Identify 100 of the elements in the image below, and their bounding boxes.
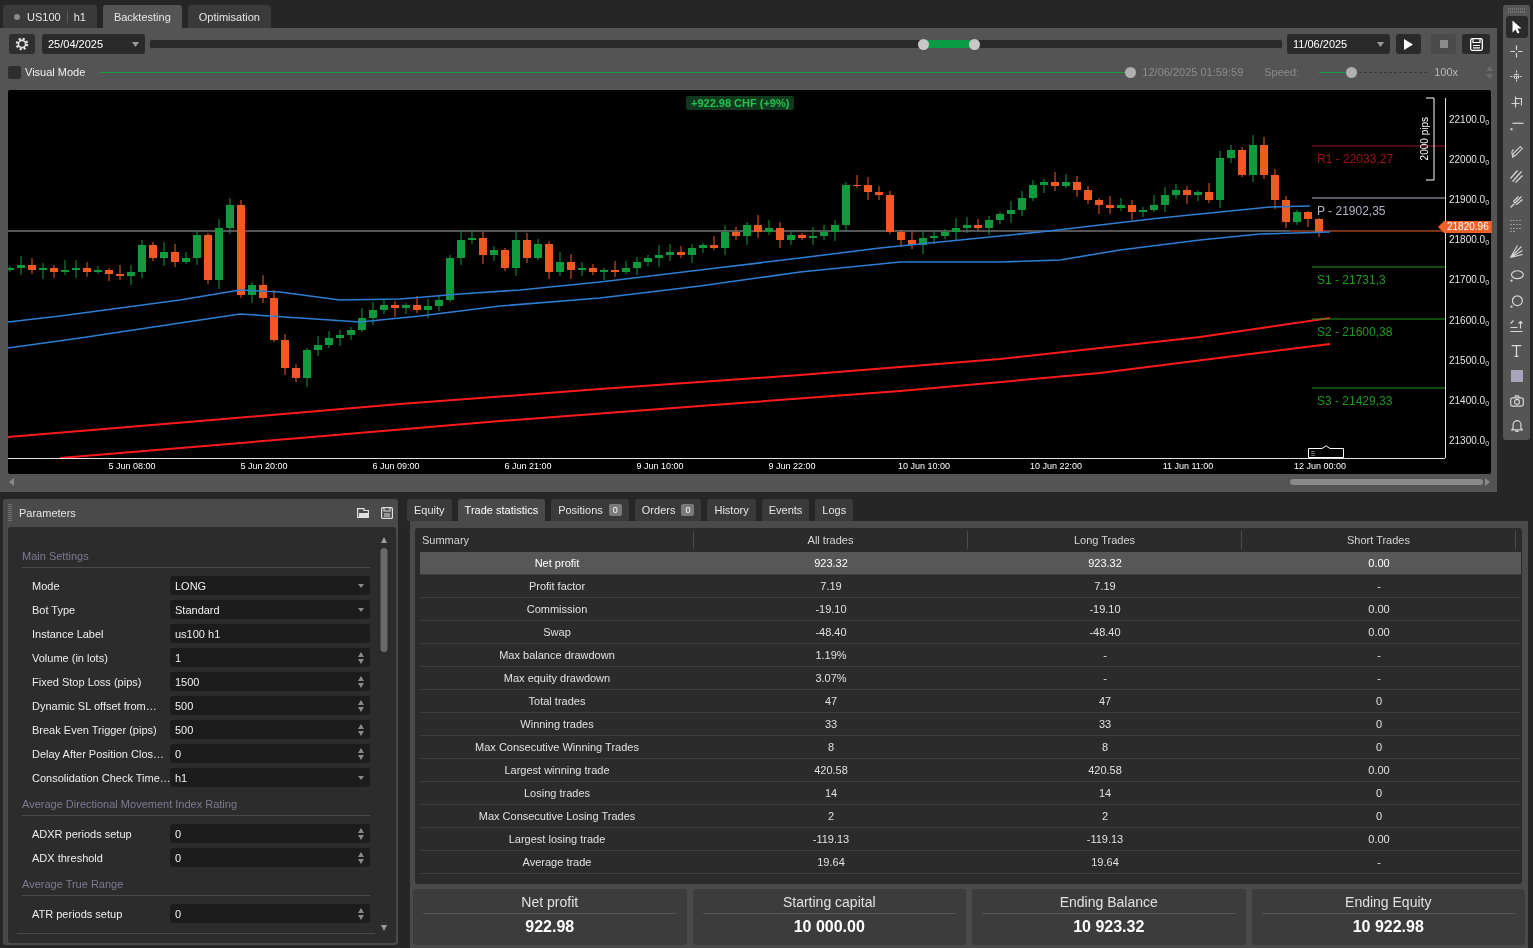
spinner-arrows-icon[interactable] — [358, 723, 364, 736]
tab[interactable]: Backtesting — [102, 5, 182, 28]
table-cell-text: Winning trades — [519, 718, 595, 730]
number-field[interactable]: 0 — [170, 744, 370, 763]
ellipse-icon — [1509, 270, 1524, 283]
level-lines-icon — [1510, 320, 1523, 333]
table-row[interactable]: Largest losing trade -119.13 -119.13 0.00 — [420, 828, 1521, 851]
crosshair-icon — [1510, 70, 1523, 84]
visual-mode-checkbox[interactable] — [8, 65, 21, 79]
spinner-arrows-icon[interactable] — [358, 827, 364, 840]
cursor-tool[interactable] — [1505, 16, 1528, 38]
folder-icon[interactable] — [357, 508, 369, 518]
table-cell-text: 0 — [1374, 787, 1384, 799]
circle-icon — [1510, 294, 1523, 308]
table-row[interactable]: Average trade 19.64 19.64 - — [420, 851, 1521, 874]
caret-icon — [358, 583, 364, 588]
spinner-arrows-icon[interactable] — [358, 907, 364, 920]
number-field[interactable]: 1 — [170, 648, 370, 667]
price-axis-label: 22100.0$_{0}$ — [1449, 114, 1490, 126]
horizontal-scrollbar[interactable] — [8, 476, 1491, 488]
table-row[interactable]: Losing trades 14 14 0 — [420, 782, 1521, 805]
number-field[interactable]: 0 — [170, 824, 370, 843]
table-row[interactable]: Max Consecutive Losing Trades 2 2 0 — [420, 805, 1521, 828]
grip-icon[interactable] — [8, 504, 12, 522]
count-badge: 0 — [681, 504, 695, 516]
tab[interactable]: Equity — [407, 499, 452, 521]
date-dropdown[interactable]: 11/06/2025 — [1287, 34, 1390, 54]
number-field[interactable]: 0 — [170, 904, 370, 923]
save-icon[interactable] — [381, 507, 393, 519]
table-cell-text: 923.32 — [813, 557, 849, 569]
dropdown-field[interactable]: h1 — [170, 768, 370, 787]
table-cell-text: 7.19 — [819, 580, 843, 592]
progress-thumb[interactable] — [1125, 66, 1137, 78]
table-cell-text: 47 — [1097, 695, 1113, 707]
field-label: Instance Label — [32, 627, 105, 640]
number-field[interactable]: 500 — [170, 720, 370, 739]
grip-icon[interactable] — [1507, 8, 1526, 13]
number-field[interactable]: 1500 — [170, 672, 370, 691]
table-row[interactable]: Max Consecutive Winning Trades 8 8 0 — [420, 736, 1521, 759]
table-row[interactable]: Largest winning trade 420.58 420.58 0.00 — [420, 759, 1521, 782]
section-title: Average True Range — [22, 878, 124, 890]
table-cell-text: Swap — [542, 626, 572, 638]
table-cell-text: 0 — [1374, 718, 1384, 730]
table-row[interactable]: Max balance drawdown 1.19% - - — [420, 644, 1521, 667]
field-label: Dynamic SL offset from… — [32, 699, 158, 712]
tab[interactable]: History — [707, 499, 756, 521]
table-row[interactable]: Winning trades 33 33 0 — [420, 713, 1521, 736]
speed-thumb[interactable] — [1346, 66, 1358, 78]
current-price-tag: 21820.96 — [1438, 221, 1492, 233]
time-axis-label: 5 Jun 08:00 — [108, 461, 156, 472]
column-header: All trades — [694, 531, 968, 549]
column-header: Summary — [420, 531, 694, 549]
date-range-slider[interactable] — [150, 38, 1282, 50]
tab[interactable]: Logs — [815, 499, 854, 521]
tab[interactable]: Trade statistics — [457, 499, 546, 521]
tab[interactable]: US100 h1 — [3, 5, 97, 28]
parallel-lines-icon — [1510, 170, 1523, 184]
table-cell-text: -19.10 — [814, 603, 848, 615]
table-cell-text: 19.64 — [816, 856, 846, 868]
table-cell-text: -119.13 — [811, 833, 851, 845]
play-button[interactable] — [1396, 34, 1421, 54]
price-axis-label: 21300.0$_{0}$ — [1449, 434, 1490, 447]
table-cell-text: 3.07% — [814, 672, 848, 684]
table-row[interactable]: Commission -19.10 -19.10 0.00 — [420, 598, 1521, 621]
tab[interactable]: Orders 0 — [634, 499, 702, 521]
number-field[interactable]: 500 — [170, 696, 370, 715]
tab[interactable]: Positions 0 — [551, 499, 629, 521]
table-row[interactable]: Net profit 923.32 923.32 0.00 — [420, 552, 1521, 575]
tab[interactable]: Optimisation — [187, 5, 271, 28]
save-button[interactable] — [1462, 34, 1490, 54]
text-field[interactable]: us100 h1 — [170, 624, 370, 643]
spinner-arrows-icon[interactable] — [358, 699, 364, 712]
settings-button[interactable] — [9, 34, 35, 54]
table-cell-text: -19.10 — [1088, 603, 1122, 615]
field-label: Delay After Position Clos… — [32, 747, 166, 760]
spinner-arrows-icon[interactable] — [358, 651, 364, 664]
price-axis-label: 21700.0$_{0}$ — [1449, 274, 1490, 287]
spinner-arrows-icon[interactable] — [358, 675, 364, 688]
slider-thumb[interactable] — [917, 38, 929, 50]
table-cell-text: 0.00 — [1367, 557, 1391, 569]
dropdown-field[interactable]: Standard — [170, 600, 370, 619]
table-cell-text: 8 — [826, 741, 836, 753]
dropdown-field[interactable]: LONG — [170, 576, 370, 595]
table-cell-text: Max Consecutive Winning Trades — [474, 741, 640, 753]
tab[interactable]: Events — [761, 499, 810, 521]
slider-thumb[interactable] — [969, 38, 981, 50]
table-row[interactable]: Profit factor 7.19 7.19 - — [420, 575, 1521, 598]
table-row[interactable]: Total trades 47 47 0 — [420, 690, 1521, 713]
date-dropdown[interactable]: 25/04/2025 — [42, 34, 145, 54]
number-field[interactable]: 0 — [170, 848, 370, 867]
table-row[interactable]: Max equity drawdown 3.07% - - — [420, 667, 1521, 690]
table-cell-text: Profit factor — [527, 580, 587, 592]
table-row[interactable]: Swap -48.40 -48.40 0.00 — [420, 621, 1521, 644]
table-cell-text: 2 — [826, 810, 836, 822]
spinner-arrows-icon[interactable] — [358, 747, 364, 760]
spinner-arrows-icon[interactable] — [358, 851, 364, 864]
time-axis-label: 9 Jun 22:00 — [768, 461, 816, 472]
caret-icon — [358, 775, 364, 780]
field-label: Break Even Trigger (pips) — [32, 723, 158, 736]
bell-icon — [1510, 419, 1523, 432]
